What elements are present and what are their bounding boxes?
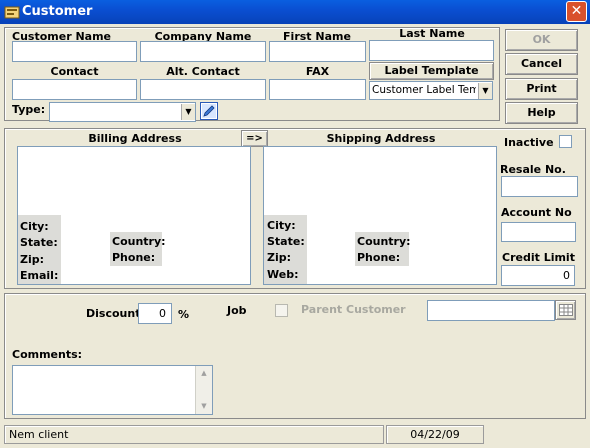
edit-pencil-icon[interactable] <box>200 102 218 120</box>
comments-label: Comments: <box>12 348 83 361</box>
chevron-down-icon[interactable]: ▼ <box>478 83 492 99</box>
shipping-state-label: State: <box>267 235 305 248</box>
shipping-web-label: Web: <box>267 268 299 281</box>
chevron-down-icon[interactable]: ▼ <box>181 104 195 120</box>
type-select[interactable]: ▼ <box>49 102 196 122</box>
inactive-checkbox[interactable] <box>559 135 572 148</box>
billing-email-label: Email: <box>20 269 59 282</box>
last-name-field[interactable] <box>369 40 494 61</box>
parent-customer-label: Parent Customer <box>301 303 406 316</box>
resale-no-field[interactable] <box>501 176 578 197</box>
customer-name-field[interactable] <box>12 41 137 62</box>
alt-contact-label: Alt. Contact <box>166 65 240 78</box>
last-name-label: Last Name <box>399 27 465 40</box>
inactive-label: Inactive <box>504 136 554 149</box>
contact-label: Contact <box>50 65 99 78</box>
window-title: Customer <box>22 4 93 19</box>
alt-contact-field[interactable] <box>140 79 266 100</box>
resale-no-label: Resale No. <box>500 163 566 176</box>
shipping-phone-label: Phone: <box>357 251 401 264</box>
grid-icon <box>558 304 573 316</box>
scroll-up-icon[interactable]: ▲ <box>196 366 212 381</box>
grid-lookup-icon[interactable] <box>555 300 576 320</box>
customer-window: Customer ✕ Customer Name Company Name Fi… <box>0 0 590 448</box>
customer-app-icon <box>4 6 20 19</box>
account-no-label: Account No <box>501 206 572 219</box>
print-button[interactable]: Print <box>505 78 578 100</box>
status-date-text: 04/22/09 <box>410 428 460 441</box>
first-name-field[interactable] <box>269 41 366 62</box>
billing-address-label: Billing Address <box>88 132 182 145</box>
close-icon[interactable]: ✕ <box>566 1 587 22</box>
billing-phone-label: Phone: <box>112 251 156 264</box>
ok-button[interactable]: OK <box>505 29 578 51</box>
label-template-value: Customer Label Temp <box>372 84 476 96</box>
title-bar: Customer ✕ <box>0 0 590 24</box>
shipping-country-label: Country: <box>357 235 411 248</box>
shipping-city-label: City: <box>267 219 296 232</box>
billing-state-label: State: <box>20 236 58 249</box>
label-template-select[interactable]: Customer Label Temp ▼ <box>369 81 493 100</box>
billing-zip-label: Zip: <box>20 253 45 266</box>
parent-customer-field[interactable] <box>427 300 555 321</box>
fax-field[interactable] <box>269 79 366 100</box>
billing-city-label: City: <box>20 220 49 233</box>
account-no-field[interactable] <box>501 222 576 242</box>
type-label: Type: <box>12 103 46 116</box>
scroll-down-icon[interactable]: ▼ <box>196 399 212 414</box>
percent-label: % <box>178 308 190 321</box>
comments-field[interactable]: ▲ ▼ <box>12 365 213 415</box>
comments-scrollbar[interactable]: ▲ ▼ <box>195 366 212 414</box>
status-message: Nem client <box>4 425 384 444</box>
fax-label: FAX <box>305 65 330 78</box>
status-date: 04/22/09 <box>386 425 484 444</box>
job-label: Job <box>227 304 247 317</box>
parent-customer-checkbox[interactable] <box>275 304 288 317</box>
discount-field[interactable]: 0 <box>138 303 172 324</box>
help-button[interactable]: Help <box>505 102 578 124</box>
status-message-text: Nem client <box>9 428 69 441</box>
credit-limit-field[interactable]: 0 <box>501 265 575 286</box>
cancel-button[interactable]: Cancel <box>505 53 578 75</box>
company-name-field[interactable] <box>140 41 266 62</box>
shipping-address-label: Shipping Address <box>326 132 436 145</box>
billing-country-label: Country: <box>112 235 166 248</box>
label-template-button[interactable]: Label Template <box>369 62 494 80</box>
contact-field[interactable] <box>12 79 137 100</box>
discount-value: 0 <box>159 307 166 320</box>
credit-limit-label: Credit Limit <box>502 251 575 264</box>
discount-label: Discount <box>86 307 141 320</box>
shipping-zip-label: Zip: <box>267 251 292 264</box>
credit-limit-value: 0 <box>563 269 570 282</box>
